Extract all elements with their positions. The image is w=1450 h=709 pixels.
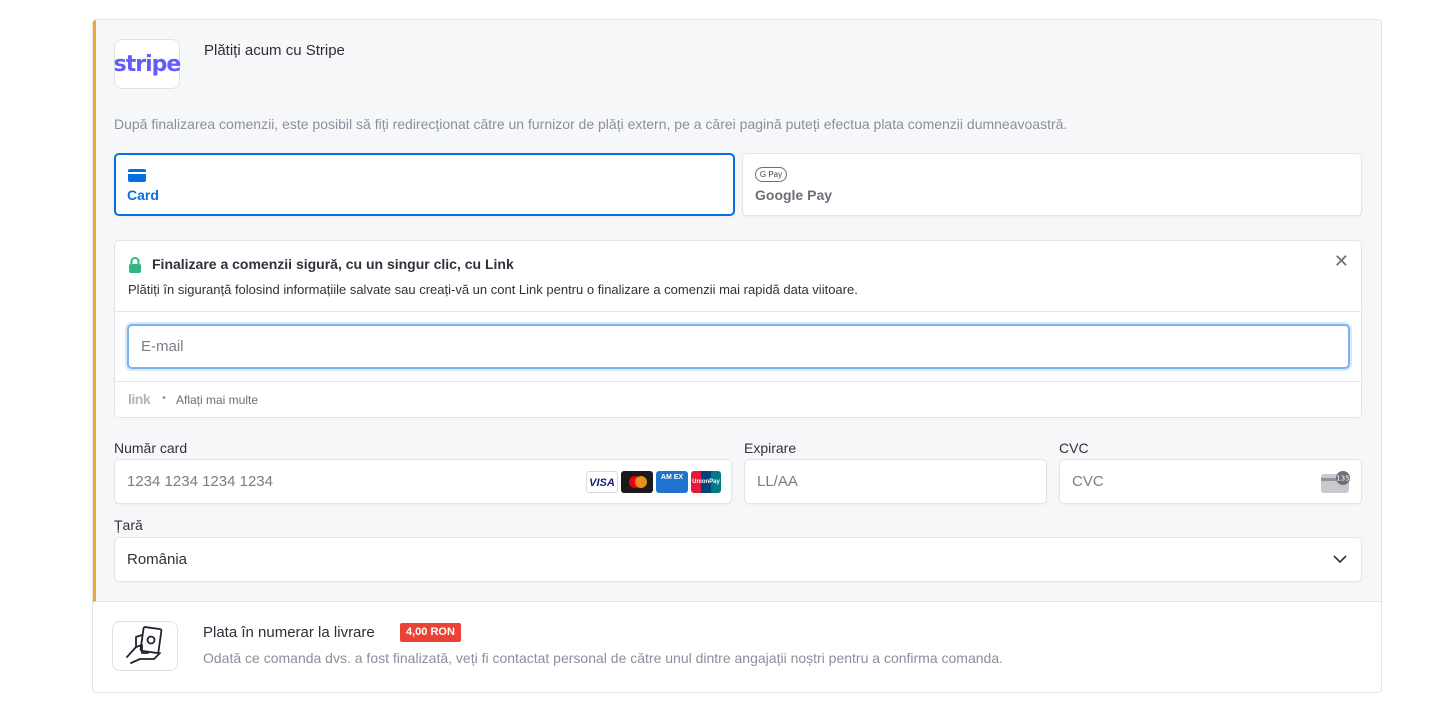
cvc-label: CVC bbox=[1059, 440, 1089, 456]
email-input[interactable] bbox=[127, 324, 1350, 369]
chevron-down-icon bbox=[1333, 555, 1347, 564]
tab-google-pay[interactable]: G Pay Google Pay bbox=[742, 153, 1362, 216]
stripe-description: După finalizarea comenzii, este posibil … bbox=[114, 116, 1068, 132]
mastercard-icon bbox=[621, 471, 653, 493]
fee-badge: 4,00 RON bbox=[400, 623, 461, 642]
learn-more-link[interactable]: Aflați mai multe bbox=[176, 393, 258, 407]
country-label: Țară bbox=[114, 517, 143, 533]
cvc-icon-text: 135 bbox=[1336, 475, 1349, 483]
cash-title: Plata în numerar la livrare bbox=[203, 624, 375, 641]
separator-dot: • bbox=[162, 392, 166, 404]
link-checkout-box: Finalizare a comenzii sigură, cu un sing… bbox=[114, 240, 1362, 418]
stripe-payment-section[interactable]: stripe Plătiți acum cu Stripe După final… bbox=[93, 20, 1381, 602]
payment-methods-panel: stripe Plătiți acum cu Stripe După final… bbox=[92, 19, 1382, 693]
expiry-label: Expirare bbox=[744, 440, 797, 456]
expiry-input[interactable] bbox=[744, 459, 1047, 504]
link-subtitle: Plătiți în siguranță folosind informații… bbox=[128, 282, 858, 297]
divider bbox=[115, 311, 1361, 312]
visa-icon: VISA bbox=[586, 471, 618, 493]
stripe-title: Plătiți acum cu Stripe bbox=[204, 42, 345, 59]
tab-google-pay-label: Google Pay bbox=[755, 187, 833, 203]
cvc-input[interactable] bbox=[1059, 459, 1362, 504]
close-icon[interactable]: ✕ bbox=[1334, 251, 1349, 272]
hand-cash-icon bbox=[126, 626, 163, 664]
link-title: Finalizare a comenzii sigură, cu un sing… bbox=[152, 256, 514, 272]
card-number-label: Număr card bbox=[114, 440, 188, 456]
link-logo: link bbox=[128, 391, 151, 407]
unionpay-icon: UnionPay bbox=[691, 471, 721, 493]
country-select[interactable]: România bbox=[114, 537, 1362, 582]
card-icon bbox=[128, 169, 146, 182]
country-value: România bbox=[127, 551, 188, 568]
tab-card[interactable]: Card bbox=[114, 153, 735, 216]
tab-card-label: Card bbox=[127, 187, 159, 203]
cvc-card-icon: 135 bbox=[1321, 471, 1350, 493]
stripe-logo-text: stripe bbox=[113, 51, 182, 77]
cash-on-delivery-logo bbox=[112, 621, 178, 671]
amex-icon: AM EX bbox=[656, 471, 688, 493]
stripe-logo: stripe bbox=[113, 39, 182, 89]
lock-icon bbox=[129, 257, 141, 273]
google-pay-icon: G Pay bbox=[755, 167, 787, 182]
cash-description: Odată ce comanda dvs. a fost finalizată,… bbox=[203, 650, 1004, 666]
divider bbox=[115, 381, 1361, 382]
